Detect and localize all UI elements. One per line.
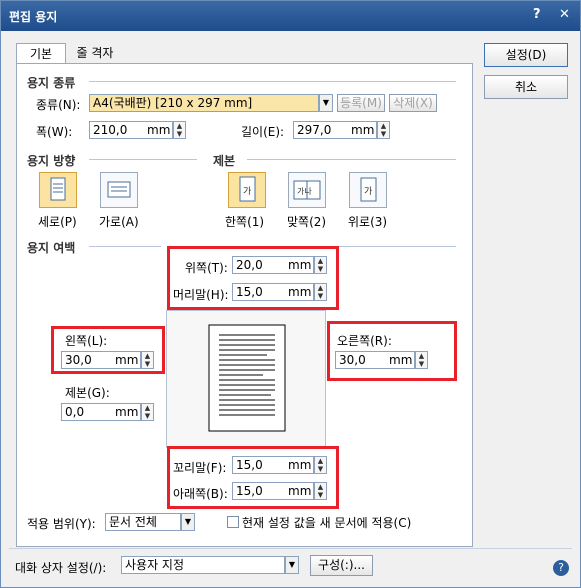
binding-section-title: 제본 bbox=[213, 154, 236, 168]
highlight-left-margin bbox=[51, 326, 165, 374]
width-label: 폭(W): bbox=[36, 125, 73, 139]
divider bbox=[89, 81, 456, 82]
close-icon[interactable]: ✕ bbox=[559, 7, 570, 22]
facing-binding-icon[interactable]: 가나 bbox=[288, 172, 326, 208]
paper-kind-select[interactable]: A4(국배판) [210 x 297 mm] bbox=[89, 94, 319, 112]
config-button[interactable]: 구성(:)... bbox=[310, 555, 373, 576]
divider bbox=[89, 246, 161, 247]
top-binding-option[interactable]: 위로(3) bbox=[348, 213, 387, 230]
top-binding-icon[interactable]: 가 bbox=[349, 172, 387, 208]
highlight-bottom-margins bbox=[167, 446, 339, 509]
tab-basic[interactable]: 기본 bbox=[16, 43, 66, 64]
dialog-window: 편집 용지 ? ✕ 기본 줄 격자 설정(D) 취소 용지 종류 종류(N): … bbox=[0, 0, 581, 588]
help-icon[interactable]: ? bbox=[533, 7, 541, 22]
portrait-option[interactable]: 세로(P) bbox=[38, 213, 77, 230]
divider bbox=[89, 159, 197, 160]
help-circle-icon[interactable]: ? bbox=[553, 560, 569, 576]
orientation-section-title: 용지 방향 bbox=[27, 154, 76, 168]
ok-button[interactable]: 설정(D) bbox=[484, 43, 568, 67]
dialog-settings-select[interactable]: 사용자 지정 bbox=[121, 556, 285, 574]
title-bar: 편집 용지 ? ✕ bbox=[1, 1, 580, 31]
apply-range-select[interactable]: 문서 전체 bbox=[105, 513, 181, 531]
height-unit: mm bbox=[351, 123, 375, 137]
chevron-down-icon[interactable]: ▼ bbox=[181, 513, 195, 531]
margins-section-title: 용지 여백 bbox=[27, 241, 76, 255]
delete-button[interactable]: 삭제(X) bbox=[389, 94, 437, 112]
paper-type-section-title: 용지 종류 bbox=[27, 76, 76, 90]
gutter-margin-spinner[interactable]: ▲ ▼ bbox=[141, 403, 154, 421]
chevron-down-icon[interactable]: ▼ bbox=[319, 94, 333, 112]
apply-new-doc-checkbox[interactable] bbox=[227, 516, 239, 528]
chevron-down-icon[interactable]: ▼ bbox=[285, 556, 299, 574]
width-spinner[interactable]: ▲ ▼ bbox=[173, 121, 186, 139]
dialog-title: 편집 용지 bbox=[9, 10, 58, 24]
svg-text:가나: 가나 bbox=[297, 187, 312, 196]
svg-text:가: 가 bbox=[243, 186, 251, 197]
single-binding-icon[interactable]: 가 bbox=[228, 172, 266, 208]
dialog-settings-label: 대화 상자 설정(/): bbox=[15, 561, 107, 575]
divider bbox=[339, 246, 456, 247]
gutter-margin-unit: mm bbox=[115, 405, 139, 419]
register-button[interactable]: 등록(M) bbox=[337, 94, 385, 112]
tab-grid[interactable]: 줄 격자 bbox=[65, 43, 125, 63]
gutter-margin-label: 제본(G): bbox=[65, 386, 110, 400]
apply-range-label: 적용 범위(Y): bbox=[27, 517, 96, 531]
portrait-page-icon[interactable] bbox=[39, 172, 77, 208]
landscape-option[interactable]: 가로(A) bbox=[99, 213, 139, 230]
page-preview-icon bbox=[208, 324, 286, 432]
landscape-page-icon[interactable] bbox=[100, 172, 138, 208]
cancel-button[interactable]: 취소 bbox=[484, 75, 568, 99]
highlight-right-margin bbox=[327, 321, 457, 381]
paper-kind-label: 종류(N): bbox=[36, 98, 81, 112]
facing-binding-option[interactable]: 맞쪽(2) bbox=[287, 213, 326, 230]
apply-new-doc-label[interactable]: 현재 설정 값을 새 문서에 적용(C) bbox=[242, 514, 411, 531]
highlight-top-margins bbox=[167, 246, 339, 310]
single-binding-option[interactable]: 한쪽(1) bbox=[225, 213, 264, 230]
divider bbox=[9, 548, 572, 549]
divider bbox=[247, 159, 456, 160]
height-spinner[interactable]: ▲ ▼ bbox=[377, 121, 390, 139]
width-unit: mm bbox=[147, 123, 171, 137]
page-preview bbox=[166, 310, 326, 448]
height-label: 길이(E): bbox=[241, 125, 285, 139]
svg-text:가: 가 bbox=[364, 186, 372, 197]
